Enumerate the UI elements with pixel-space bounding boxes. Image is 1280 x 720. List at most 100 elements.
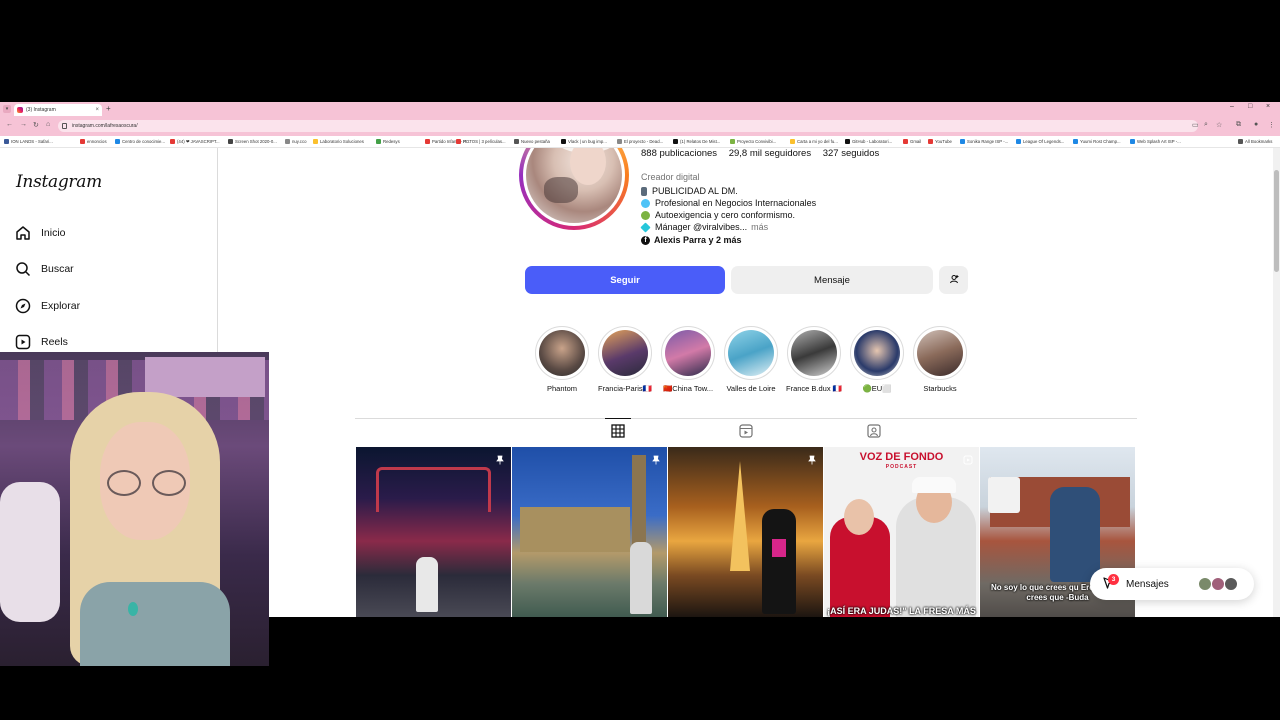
- back-icon[interactable]: ←: [6, 121, 13, 128]
- avatar: [1198, 577, 1212, 591]
- post-tile[interactable]: VOZ DE FONDO PODCAST ¡ASÍ ERA JUDAS!" LA…: [824, 447, 979, 617]
- address-bar-row: ← → ↻ ⌂ instagram.com/lafresaoscura/ ▭ ⌕…: [0, 116, 1280, 136]
- bookmark-item[interactable]: Screen Shot 2020-0...: [228, 138, 277, 146]
- suggested-users-button[interactable]: [939, 266, 968, 294]
- bookmark-item[interactable]: (1) Relatos De Mist...: [673, 138, 720, 146]
- bookmark-favicon-icon: [617, 139, 622, 144]
- minimize-icon[interactable]: –: [1230, 103, 1234, 110]
- bookmark-item[interactable]: YouTube: [928, 138, 952, 146]
- followed-by-link[interactable]: f Alexis Parra y 2 más: [641, 235, 742, 245]
- tab-search-icon[interactable]: ▾: [3, 105, 11, 113]
- highlight-item[interactable]: Phantom: [534, 326, 590, 393]
- bookmark-item[interactable]: ION LANDS - Safari...: [4, 138, 53, 146]
- highlight-ring: [913, 326, 967, 380]
- post-tile[interactable]: [668, 447, 823, 617]
- bookmark-label: League Of Legends...: [1023, 139, 1065, 144]
- highlight-item[interactable]: Francia-Paris🇫🇷: [597, 326, 653, 393]
- scrollbar-thumb[interactable]: [1274, 170, 1279, 272]
- sidebar-item-explore[interactable]: Explorar: [15, 294, 80, 318]
- profile-stats: 888 publicaciones 29,8 mil seguidores 32…: [641, 148, 888, 159]
- extensions-icon[interactable]: ⧉: [1236, 121, 1241, 129]
- bookmark-item[interactable]: Proyecto Convivibi...: [730, 138, 776, 146]
- bookmark-item[interactable]: Nuevo pestaña: [514, 138, 550, 146]
- tab-posts[interactable]: [610, 423, 626, 441]
- bookmark-item[interactable]: Vlack | un bug imp...: [561, 138, 607, 146]
- bookmark-item[interactable]: Gmail: [903, 138, 921, 146]
- url-input[interactable]: instagram.com/lafresaoscura/: [58, 120, 1198, 132]
- highlight-item[interactable]: 🇨🇳China Tow...: [660, 326, 716, 393]
- bookmark-label: Redesys: [383, 139, 400, 144]
- following-count[interactable]: 327 seguidos: [823, 148, 880, 159]
- bookmark-favicon-icon: [960, 139, 965, 144]
- reel-icon: [963, 452, 973, 465]
- avatar: [1211, 577, 1225, 591]
- bookmark-item[interactable]: Yuumi Rost Champ...: [1073, 138, 1121, 146]
- bookmark-item[interactable]: (44) ❤ JAVASCRIPT...: [170, 138, 220, 146]
- bookmark-item[interactable]: Redesys: [376, 138, 400, 146]
- sidebar-item-label: Inicio: [41, 227, 66, 239]
- bookmark-item[interactable]: Web Splash Art ISP -...: [1130, 138, 1181, 146]
- sidebar-item-reels[interactable]: Reels: [15, 330, 68, 354]
- tab-reels[interactable]: [738, 423, 754, 441]
- highlight-ring: [850, 326, 904, 380]
- post-tile[interactable]: [512, 447, 667, 617]
- highlight-item[interactable]: Starbucks: [912, 326, 968, 393]
- browser-tab[interactable]: (3) Instagram ×: [14, 104, 102, 116]
- bookmark-item[interactable]: Centro de conocimie...: [115, 138, 165, 146]
- van-shape: [988, 477, 1020, 513]
- avatar-tattoo: [544, 177, 578, 203]
- message-button[interactable]: Mensaje: [731, 266, 933, 294]
- highlight-item[interactable]: Valles de Loire: [723, 326, 779, 393]
- follow-button[interactable]: Seguir: [525, 266, 725, 294]
- sidebar-item-search[interactable]: Buscar: [15, 257, 74, 281]
- tab-tagged[interactable]: [866, 423, 882, 443]
- bookmark-label: El proyecto - Dead...: [624, 139, 664, 144]
- bookmark-item[interactable]: El proyecto - Dead...: [617, 138, 663, 146]
- bookmark-item[interactable]: All Bookmarks: [1238, 138, 1272, 146]
- bookmark-item[interactable]: Laboratorio Soluciones: [313, 138, 364, 146]
- bookmark-item[interactable]: POTOS | 3 películas...: [456, 138, 506, 146]
- forward-icon[interactable]: →: [20, 121, 27, 128]
- bookmark-item[interactable]: GitHub - Laboratori...: [845, 138, 892, 146]
- messages-button[interactable]: 3 Mensajes: [1090, 568, 1254, 600]
- cast-icon[interactable]: ▭: [1192, 121, 1199, 129]
- home-page-icon[interactable]: ⌂: [46, 121, 50, 128]
- reload-icon[interactable]: ↻: [33, 121, 39, 129]
- home-icon: [15, 225, 31, 241]
- pendant-shape: [128, 602, 138, 616]
- bookmark-item[interactable]: League Of Legends...: [1016, 138, 1064, 146]
- zoom-icon[interactable]: ⌕: [1204, 121, 1208, 129]
- bio-text: Profesional en Negocios Internacionales: [655, 198, 817, 208]
- close-window-icon[interactable]: ×: [1266, 103, 1270, 110]
- profile-category: Creador digital: [641, 172, 700, 182]
- maximize-icon[interactable]: □: [1248, 103, 1252, 110]
- bookmark-item[interactable]: Sonika Range ISP -...: [960, 138, 1008, 146]
- sidebar-item-label: Buscar: [41, 263, 74, 275]
- followers-count[interactable]: 29,8 mil seguidores: [729, 148, 811, 159]
- new-tab-icon[interactable]: +: [106, 104, 111, 114]
- top-shape: [80, 582, 230, 666]
- bookmark-favicon-icon: [1130, 139, 1135, 144]
- bio-line: Mánager @viralvibes... más: [640, 221, 768, 233]
- highlight-item[interactable]: 🟢EU⬜: [849, 326, 905, 393]
- tagged-icon: [867, 423, 881, 443]
- more-link[interactable]: más: [751, 222, 768, 232]
- bookmark-label: GitHub - Laboratori...: [852, 139, 893, 144]
- instagram-logo[interactable]: Instagram: [16, 172, 102, 192]
- profile-avatar[interactable]: [519, 148, 629, 230]
- bookmark-item[interactable]: nuy.cco: [285, 138, 307, 146]
- menu-icon[interactable]: ⋮: [1268, 121, 1275, 129]
- posts-count: 888 publicaciones: [641, 148, 718, 159]
- bookmark-label: Yuumi Rost Champ...: [1080, 139, 1121, 144]
- highlight-item[interactable]: France B.dux 🇫🇷: [786, 326, 842, 393]
- bookmark-label: Centro de conocimie...: [122, 139, 165, 144]
- bookmark-star-icon[interactable]: ☆: [1216, 121, 1222, 129]
- profile-icon[interactable]: ●: [1254, 121, 1258, 128]
- bookmark-item[interactable]: Carta a mi yo del fu...: [790, 138, 838, 146]
- sidebar-item-home[interactable]: Inicio: [15, 221, 66, 245]
- page-scrollbar[interactable]: [1273, 148, 1280, 617]
- bookmark-item[interactable]: ennoncios: [80, 138, 107, 146]
- post-tile[interactable]: [356, 447, 511, 617]
- close-tab-icon[interactable]: ×: [95, 104, 99, 116]
- site-info-icon[interactable]: [62, 123, 67, 129]
